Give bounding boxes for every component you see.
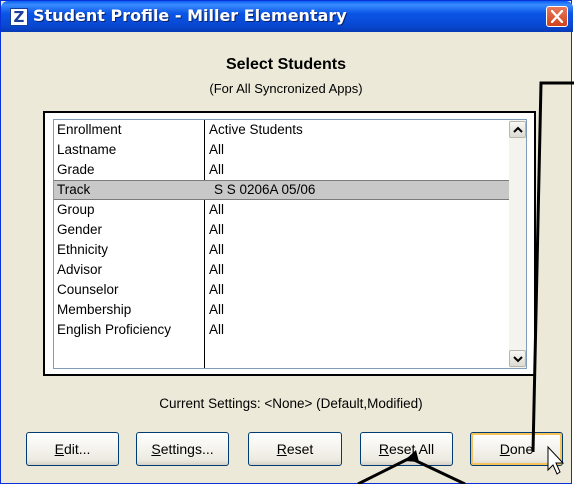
filter-field: Lastname xyxy=(57,142,117,157)
close-button[interactable] xyxy=(546,6,568,27)
reset-all-mnemonic: R xyxy=(378,441,389,457)
filter-value: All xyxy=(209,162,225,177)
page-title: Select Students xyxy=(225,56,347,73)
title-bar[interactable]: Z Student Profile - Miller Elementary xyxy=(1,1,573,32)
chevron-down-icon xyxy=(513,356,523,363)
reset-label: eset xyxy=(286,441,314,457)
close-icon xyxy=(551,10,563,23)
list-item[interactable]: English Proficiency All xyxy=(54,320,509,340)
done-button[interactable]: Done xyxy=(470,432,563,466)
current-settings-status: Current Settings: <None> (Default,Modifi… xyxy=(159,396,423,411)
filter-field: Grade xyxy=(57,162,95,177)
done-label: one xyxy=(509,441,534,457)
filter-field: Enrollment xyxy=(57,122,122,137)
list-item[interactable]: Grade All xyxy=(54,160,509,180)
filter-field: Gender xyxy=(57,222,103,237)
list-item[interactable]: Lastname All xyxy=(54,140,509,160)
edit-mnemonic: E xyxy=(54,441,64,457)
edit-button[interactable]: Edit... xyxy=(26,432,119,466)
list-item-selected[interactable]: Track S S 0206A 05/06 xyxy=(54,180,509,200)
filter-field: Advisor xyxy=(57,262,103,277)
scroll-down-button[interactable] xyxy=(509,350,526,367)
filter-field: Group xyxy=(57,202,95,217)
edit-label: dit... xyxy=(63,441,91,457)
filter-field: Counselor xyxy=(57,282,119,297)
filter-list[interactable]: Enrollment Active Students Lastname All … xyxy=(53,119,527,369)
list-item[interactable]: Enrollment Active Students xyxy=(54,120,509,140)
reset-all-button[interactable]: Reset All xyxy=(360,432,453,466)
filter-field: Ethnicity xyxy=(57,242,109,257)
filter-value: All xyxy=(209,262,225,277)
chevron-up-icon xyxy=(513,126,523,133)
scroll-up-button[interactable] xyxy=(509,121,526,138)
done-mnemonic: D xyxy=(499,441,510,457)
filter-value: S S 0206A 05/06 xyxy=(214,182,316,197)
reset-all-label: eset All xyxy=(388,441,435,457)
reset-mnemonic: R xyxy=(276,441,287,457)
filter-value: All xyxy=(209,142,225,157)
filter-value: Active Students xyxy=(209,122,303,137)
settings-button[interactable]: Settings... xyxy=(136,432,229,466)
filter-value: All xyxy=(209,302,225,317)
reset-button[interactable]: Reset xyxy=(248,432,342,466)
filter-field: English Proficiency xyxy=(57,322,172,337)
window-title: Student Profile - Miller Elementary xyxy=(33,6,347,25)
filter-field: Track xyxy=(57,182,91,197)
filter-value: All xyxy=(209,222,225,237)
filter-list-frame: Enrollment Active Students Lastname All … xyxy=(43,111,536,376)
app-logo-icon: Z xyxy=(10,8,28,26)
list-item[interactable]: Counselor All xyxy=(54,280,509,300)
settings-label: ettings... xyxy=(160,441,214,457)
filter-value: All xyxy=(209,202,225,217)
filter-value: All xyxy=(209,322,225,337)
settings-mnemonic: S xyxy=(151,441,161,457)
filter-value: All xyxy=(209,242,225,257)
list-item[interactable]: Membership All xyxy=(54,300,509,320)
list-item[interactable]: Ethnicity All xyxy=(54,240,509,260)
filter-value: All xyxy=(209,282,225,297)
page-subtitle: (For All Syncronized Apps) xyxy=(209,81,363,96)
list-item[interactable]: Group All xyxy=(54,200,509,220)
filter-field: Membership xyxy=(57,302,132,317)
list-item[interactable]: Advisor All xyxy=(54,260,509,280)
list-item[interactable]: Gender All xyxy=(54,220,509,240)
vertical-scrollbar[interactable] xyxy=(509,120,526,368)
